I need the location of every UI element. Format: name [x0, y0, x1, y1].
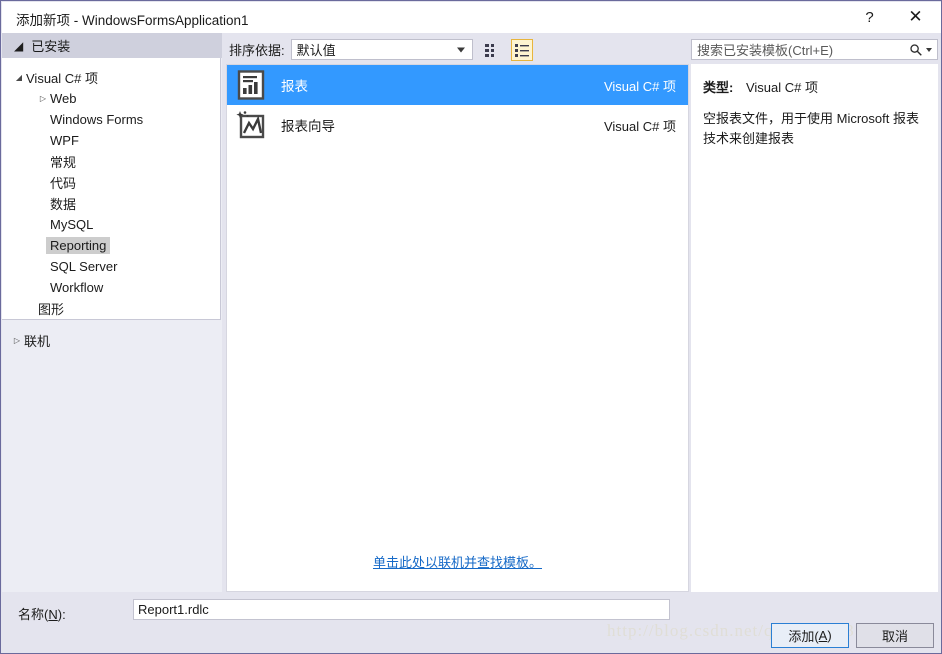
search-templates-box[interactable]: 搜索已安装模板(Ctrl+E) — [691, 39, 938, 60]
sidebar-item-10[interactable]: ·Workflow — [2, 277, 220, 298]
template-list-item[interactable]: 报表 Visual C# 项 — [227, 65, 688, 105]
sidebar-item-7[interactable]: ·MySQL — [2, 214, 220, 235]
sort-by-value: 默认值 — [296, 43, 336, 58]
sidebar-item-5[interactable]: ·代码 — [2, 172, 220, 193]
item-description: 空报表文件，用于使用 Microsoft 报表技术来创建报表 — [703, 111, 919, 146]
list-view-icon — [514, 43, 529, 57]
template-name: 报表 — [281, 79, 308, 94]
tree-spacer-icon: · — [24, 304, 38, 313]
question-mark-icon: ? — [865, 9, 874, 26]
sidebar-item-label: 常规 — [50, 155, 77, 170]
add-label-pre: 添加( — [788, 629, 819, 644]
add-label-post: ) — [827, 628, 832, 643]
sidebar-item-label: Reporting — [46, 237, 111, 254]
sidebar-item-label: 图形 — [38, 302, 65, 317]
chevron-down-icon[interactable] — [926, 47, 932, 52]
sidebar-item-0[interactable]: ◢ Visual C# 项 — [2, 67, 220, 88]
search-input[interactable]: 搜索已安装模板(Ctrl+E) — [697, 40, 909, 59]
sidebar-item-label: 数据 — [50, 197, 77, 212]
name-label-post: ): — [57, 607, 66, 622]
report-document-icon — [235, 69, 267, 101]
grid-view-icon — [484, 43, 494, 57]
online-section-header[interactable]: ▷ 联机 — [2, 329, 222, 351]
sidebar-item-label: 代码 — [50, 176, 77, 191]
online-label: 联机 — [24, 333, 51, 349]
cancel-label: 取消 — [881, 629, 908, 644]
template-list[interactable]: 报表 Visual C# 项报表向导 Visual C# 项 单击此处以联机并查找模… — [226, 64, 689, 592]
sidebar-item-label: Workflow — [50, 280, 104, 295]
sidebar-item-8[interactable]: ·Reporting — [2, 235, 220, 256]
add-new-item-dialog: 添加新项 - WindowsFormsApplication1 ? ✕ ◢ 已安… — [0, 0, 942, 654]
close-icon: ✕ — [908, 7, 923, 27]
dialog-title: 添加新项 - WindowsFormsApplication1 — [16, 13, 249, 28]
details-panel: 类型: Visual C# 项 空报表文件，用于使用 Microsoft 报表技… — [691, 64, 938, 592]
name-input[interactable]: Report1.rdlc — [133, 599, 670, 620]
sidebar-item-label: Windows Forms — [50, 112, 144, 127]
tree-spacer-icon: · — [36, 199, 50, 208]
tree-spacer-icon: · — [36, 283, 50, 292]
name-label: 名称(N): — [18, 604, 66, 623]
chevron-right-icon: ▷ — [39, 94, 47, 103]
sidebar-item-11[interactable]: ·图形 — [2, 298, 220, 319]
sort-by-label: 排序依据: — [229, 43, 285, 58]
template-name: 报表向导 — [281, 119, 335, 134]
sidebar-item-3[interactable]: ·WPF — [2, 130, 220, 151]
tree-spacer-icon: · — [36, 136, 50, 145]
sort-by-dropdown[interactable]: 默认值 — [290, 39, 473, 60]
template-list-item[interactable]: 报表向导 Visual C# 项 — [227, 105, 688, 145]
sidebar-item-1[interactable]: ▷ Web — [2, 88, 220, 109]
tree-spacer-icon: · — [36, 262, 50, 271]
sidebar-item-4[interactable]: ·常规 — [2, 151, 220, 172]
left-panel: ◢ 已安装 ◢Visual C# 项▷Web·Windows Forms·WPF… — [2, 33, 222, 592]
list-view-button[interactable] — [510, 38, 533, 61]
add-accesskey: A — [818, 628, 828, 643]
tree-spacer-icon: · — [36, 220, 50, 229]
name-label-accesskey: N — [48, 607, 58, 622]
sidebar-item-label: Web — [50, 91, 77, 106]
item-type-value: Visual C# 项 — [745, 80, 818, 95]
search-icon — [909, 43, 923, 57]
sidebar-item-label: Visual C# 项 — [26, 71, 99, 86]
sidebar-item-label: WPF — [50, 133, 79, 148]
category-tree: ◢Visual C# 项▷Web·Windows Forms·WPF·常规·代码… — [2, 58, 221, 320]
chevron-down-icon: ◢ — [14, 38, 24, 53]
tree-spacer-icon: · — [36, 115, 50, 124]
chevron-right-icon: ▷ — [13, 335, 21, 345]
sidebar-item-9[interactable]: ·SQL Server — [2, 256, 220, 277]
item-type-label: 类型: — [703, 80, 734, 95]
center-toolbar: 排序依据: 默认值 — [229, 38, 533, 61]
name-input-value: Report1.rdlc — [138, 602, 209, 617]
template-kind: Visual C# 项 — [603, 78, 676, 94]
name-label-pre: 名称( — [18, 607, 49, 622]
chevron-down-icon: ◢ — [15, 73, 23, 82]
cancel-button[interactable]: 取消 — [856, 623, 934, 648]
sidebar-item-label: MySQL — [50, 217, 94, 232]
sidebar-item-label: SQL Server — [50, 259, 118, 274]
title-bar: 添加新项 - WindowsFormsApplication1 ? ✕ — [2, 2, 941, 33]
add-button[interactable]: 添加(A) — [771, 623, 849, 648]
template-kind: Visual C# 项 — [603, 118, 676, 134]
sidebar-item-2[interactable]: ·Windows Forms — [2, 109, 220, 130]
installed-label: 已安装 — [31, 39, 71, 54]
tree-spacer-icon: · — [36, 178, 50, 187]
chevron-down-icon — [456, 47, 465, 52]
find-online-templates-link[interactable]: 单击此处以联机并查找模板。 — [227, 552, 688, 571]
grid-view-button[interactable] — [481, 39, 503, 61]
report-wizard-icon — [235, 109, 267, 141]
close-button[interactable]: ✕ — [893, 2, 938, 33]
item-type-row: 类型: Visual C# 项 — [703, 77, 928, 96]
sidebar-item-6[interactable]: ·数据 — [2, 193, 220, 214]
help-button[interactable]: ? — [847, 2, 892, 33]
tree-spacer-icon: · — [36, 157, 50, 166]
installed-section-header[interactable]: ◢ 已安装 — [2, 33, 222, 58]
